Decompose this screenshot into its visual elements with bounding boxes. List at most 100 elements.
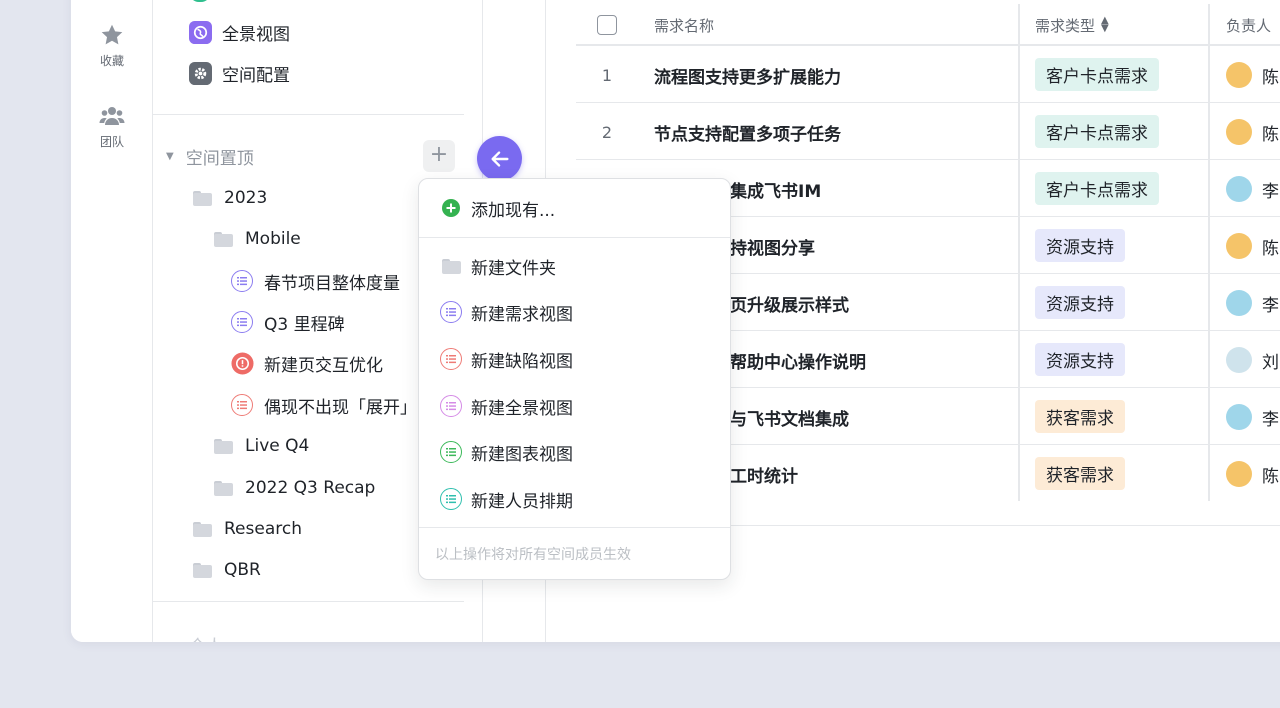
tree-item-space-config[interactable]: 空间配置	[188, 57, 290, 89]
left-rail: 收藏 团队	[71, 0, 153, 642]
personal-section-header[interactable]: 个人	[189, 632, 223, 642]
requirement-type-tag[interactable]: 客户卡点需求	[1035, 58, 1159, 91]
tree-folder-recap[interactable]: 2022 Q3 Recap	[211, 472, 375, 504]
column-divider	[1018, 4, 1020, 501]
owner-name: 李	[1262, 295, 1279, 316]
tree-folder-qbr[interactable]: QBR	[190, 554, 261, 586]
add-pinned-button[interactable]: +	[423, 140, 455, 172]
tag-label: 客户卡点需求	[1035, 115, 1159, 148]
defect-view-icon	[439, 347, 463, 371]
requirement-name[interactable]: 工时统计	[730, 461, 798, 487]
header-underline	[576, 44, 1280, 46]
avatar	[1226, 233, 1252, 259]
tree-item-label: 全景视图	[222, 24, 290, 45]
tree-folder-research[interactable]: Research	[190, 513, 302, 545]
menu-item-new-panorama-view[interactable]: 新建全景视图	[439, 391, 573, 421]
menu-divider	[419, 527, 730, 528]
menu-item-new-defect-view[interactable]: 新建缺陷视图	[439, 344, 573, 374]
tree-view-newpage[interactable]: 新建页交互优化	[230, 347, 383, 379]
menu-divider	[419, 237, 730, 238]
menu-item-new-requirement-view[interactable]: 新建需求视图	[439, 297, 573, 327]
tree-view-occasional[interactable]: 偶现不出现「展开」	[230, 389, 417, 421]
avatar	[1226, 461, 1252, 487]
header-name[interactable]: 需求名称	[654, 3, 714, 47]
tree-view-spring[interactable]: 春节项目整体度量	[230, 265, 400, 297]
requirement-name[interactable]: 帮助中心操作说明	[730, 347, 866, 373]
requirement-type-tag[interactable]: 客户卡点需求	[1035, 172, 1159, 205]
tree-folder-mobile[interactable]: Mobile	[211, 223, 301, 255]
rail-item-favorites[interactable]: 收藏	[71, 22, 153, 69]
requirement-name[interactable]: 流程图支持更多扩展能力	[654, 62, 841, 88]
menu-item-new-folder[interactable]: 新建文件夹	[439, 251, 556, 281]
requirement-type-tag[interactable]: 获客需求	[1035, 457, 1125, 490]
requirement-type-tag[interactable]: 资源支持	[1035, 229, 1125, 262]
menu-item-add-existing[interactable]: 添加现有...	[439, 193, 555, 223]
requirement-type-tag[interactable]: 获客需求	[1035, 400, 1125, 433]
personal-section-title: 个人	[189, 632, 223, 642]
folder-icon	[190, 558, 214, 582]
globe-icon	[188, 20, 212, 44]
tree-item-label: Live Q4	[245, 436, 310, 456]
tree-item-label: 2022 Q3 Recap	[245, 478, 376, 498]
requirement-name[interactable]: 集成飞书IM	[730, 176, 821, 202]
requirement-type-tag[interactable]: 资源支持	[1035, 343, 1125, 376]
menu-item-new-staff-schedule[interactable]: 新建人员排期	[439, 484, 573, 514]
owner-cell[interactable]: 陈	[1226, 461, 1279, 487]
owner-name: 李	[1262, 409, 1279, 430]
tree-folder-2023[interactable]: 2023	[190, 182, 267, 214]
partial-item-icon	[189, 0, 211, 2]
owner-name: 李	[1262, 181, 1279, 202]
pinned-section-title: 空间置顶	[185, 149, 254, 169]
row-divider	[730, 216, 1280, 217]
divider	[153, 601, 464, 602]
requirement-type-tag[interactable]: 资源支持	[1035, 286, 1125, 319]
back-button[interactable]	[477, 136, 522, 181]
star-icon	[101, 24, 123, 45]
tree-folder-live[interactable]: Live Q4	[211, 430, 309, 462]
requirement-view-icon	[439, 300, 463, 324]
row-divider	[730, 387, 1280, 388]
folder-icon	[190, 186, 214, 210]
collapse-triangle-icon[interactable]: ▼	[166, 151, 174, 162]
menu-item-new-chart-view[interactable]: 新建图表视图	[439, 437, 573, 467]
select-all-checkbox[interactable]	[597, 15, 617, 35]
owner-cell[interactable]: 刘	[1226, 347, 1279, 373]
folder-icon	[211, 227, 235, 251]
owner-cell[interactable]: 陈	[1226, 62, 1279, 88]
menu-item-label: 添加现有...	[471, 200, 556, 221]
owner-cell[interactable]: 陈	[1226, 119, 1279, 145]
tag-label: 获客需求	[1035, 400, 1125, 433]
pinned-section-header[interactable]: ▼ 空间置顶	[166, 144, 254, 169]
tag-label: 资源支持	[1035, 343, 1125, 376]
owner-cell[interactable]: 李	[1226, 290, 1279, 316]
folder-icon	[190, 517, 214, 541]
header-type[interactable]: 需求类型 ▲ ▼	[1035, 3, 1109, 47]
sort-icon[interactable]: ▲ ▼	[1101, 16, 1109, 34]
folder-icon	[439, 254, 463, 278]
header-owner[interactable]: 负责人	[1226, 3, 1271, 47]
requirement-name[interactable]: 与飞书文档集成	[730, 404, 849, 430]
schedule-view-icon	[439, 487, 463, 511]
menu-item-label: 新建缺陷视图	[471, 351, 573, 372]
owner-cell[interactable]: 李	[1226, 176, 1279, 202]
header-type-label: 需求类型	[1035, 16, 1096, 35]
owner-name: 陈	[1262, 67, 1279, 88]
requirement-name[interactable]: 节点支持配置多项子任务	[654, 119, 841, 145]
tree-item-label: 偶现不出现「展开」	[264, 397, 417, 418]
rail-team-label: 团队	[99, 135, 124, 149]
menu-item-label: 新建人员排期	[471, 491, 573, 512]
tree-view-q3[interactable]: Q3 里程碑	[230, 306, 345, 338]
tree-item-label: 空间配置	[222, 65, 290, 86]
owner-cell[interactable]: 陈	[1226, 233, 1279, 259]
requirement-type-tag[interactable]: 客户卡点需求	[1035, 115, 1159, 148]
divider	[153, 114, 464, 115]
tree-item-panorama[interactable]: 全景视图	[188, 16, 290, 48]
requirement-name[interactable]: 持视图分享	[730, 233, 815, 259]
owner-name: 陈	[1262, 124, 1279, 145]
row-divider	[730, 273, 1280, 274]
panorama-view-icon	[439, 394, 463, 418]
column-divider	[1208, 4, 1210, 501]
rail-item-team[interactable]: 团队	[71, 103, 153, 150]
owner-cell[interactable]: 李	[1226, 404, 1279, 430]
requirement-name[interactable]: 页升级展示样式	[730, 290, 849, 316]
